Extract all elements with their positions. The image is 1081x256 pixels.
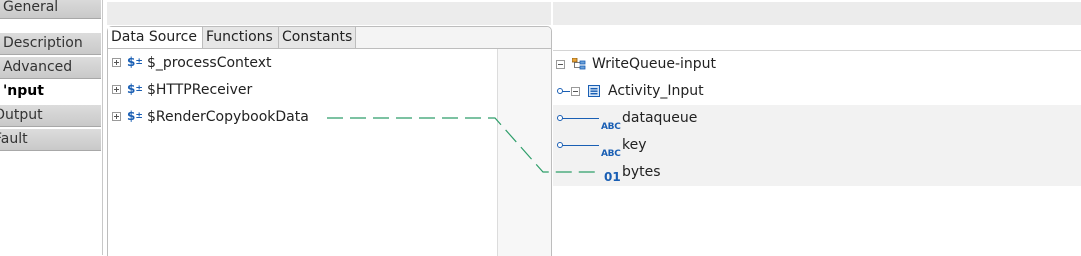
expand-icon[interactable] (112, 111, 121, 121)
binary-type-icon: 01 (604, 170, 621, 184)
source-item-render-copybook-data[interactable]: $± $RenderCopybookData (112, 106, 309, 128)
expand-icon[interactable] (112, 57, 121, 67)
tree-row-label: dataqueue (622, 110, 698, 126)
dollar-variable-icon: $± (127, 109, 143, 123)
data-source-panel: Data Source Functions Constants $± $_proc… (107, 26, 552, 256)
connector-line (562, 118, 599, 119)
schema-root-icon (572, 58, 586, 70)
connector-line (562, 145, 599, 146)
tree-row-activity-input[interactable]: Activity_Input (553, 78, 1081, 105)
source-item-label: $HTTPReceiver (147, 82, 253, 98)
tree-row-key[interactable]: ABC key (553, 132, 1081, 159)
collapse-icon[interactable] (556, 60, 565, 69)
source-tab-bar: Data Source Functions Constants (108, 27, 551, 49)
tab-input[interactable]: 'nput (0, 81, 101, 103)
source-item-http-receiver[interactable]: $± $HTTPReceiver (112, 79, 252, 101)
source-item-label: $RenderCopybookData (147, 109, 309, 125)
left-tab-strip: General Description Advanced 'nput Outpu… (0, 0, 103, 255)
tab-functions[interactable]: Functions (203, 27, 279, 48)
tab-advanced[interactable]: Advanced (0, 57, 101, 79)
tree-row-label: WriteQueue-input (592, 56, 717, 72)
target-schema-panel: WriteQueue-input Activity_Input ABC data… (553, 50, 1081, 256)
tab-fault[interactable]: Fault (0, 129, 101, 151)
connector-line (562, 91, 570, 92)
right-header-bar (553, 2, 1081, 25)
middle-header-bar (107, 2, 551, 25)
source-item-process-context[interactable]: $± $_processContext (112, 52, 272, 74)
tree-row-bytes[interactable]: 01 bytes (553, 159, 1081, 186)
tree-row-label: key (622, 137, 647, 153)
dollar-variable-icon: $± (127, 82, 143, 96)
tree-row-label: bytes (622, 164, 661, 180)
tree-row-dataqueue[interactable]: ABC dataqueue (553, 105, 1081, 132)
complex-type-icon (588, 85, 600, 97)
dollar-variable-icon: $± (127, 55, 143, 69)
column-divider (497, 49, 498, 256)
tab-data-source[interactable]: Data Source (108, 27, 203, 48)
tree-row-label: Activity_Input (608, 83, 704, 99)
tab-constants[interactable]: Constants (279, 27, 356, 48)
source-item-label: $_processContext (147, 55, 272, 71)
tree-row-writequeue-input[interactable]: WriteQueue-input (553, 51, 1081, 78)
collapse-icon[interactable] (571, 87, 580, 96)
tab-description[interactable]: Description (0, 33, 101, 55)
expand-icon[interactable] (112, 84, 121, 94)
mapping-gutter (498, 49, 551, 256)
tab-general[interactable]: General (0, 0, 101, 19)
tab-output[interactable]: Output (0, 105, 101, 127)
